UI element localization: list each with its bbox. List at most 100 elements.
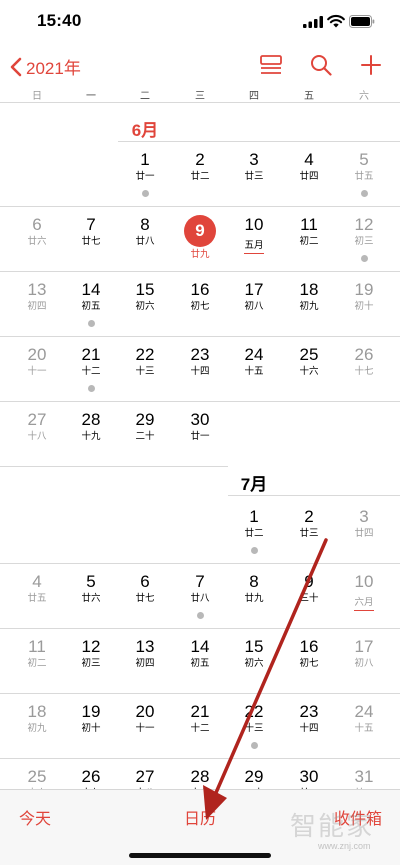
day-cell[interactable]: 18 初九 (10, 702, 64, 762)
weekday-header: 日一二三四五六 (0, 85, 400, 103)
day-cell[interactable]: 14 初五 (173, 637, 227, 697)
back-button[interactable]: 2021年 (10, 54, 81, 79)
day-cell[interactable]: 6 廿六 (10, 215, 64, 275)
lunar-date: 廿五 (354, 171, 374, 182)
day-cell[interactable]: 10 六月 (337, 572, 391, 632)
cellular-signal-icon (303, 16, 323, 28)
event-dot (87, 320, 95, 327)
month-title-june: 6月 (131, 121, 159, 140)
lunar-date: 初二 (299, 236, 319, 247)
day-cell[interactable]: 13 初四 (118, 637, 172, 697)
day-cell[interactable]: 5 廿五 (337, 150, 391, 210)
lunar-date: 廿一 (135, 171, 155, 182)
day-cell[interactable]: 19 初十 (64, 702, 118, 762)
tab-today[interactable]: 今天 (19, 805, 51, 829)
day-cell[interactable]: 16 初七 (282, 637, 336, 697)
day-cell[interactable]: 5 廿六 (64, 572, 118, 632)
lunar-date: 十八 (27, 431, 47, 442)
day-cell[interactable]: 14 初五 (64, 280, 118, 340)
day-number: 18 (27, 702, 47, 721)
lunar-date: 廿六 (27, 236, 47, 247)
day-number: 17 (354, 637, 374, 656)
day-cell[interactable]: 20 十一 (10, 345, 64, 405)
day-cell[interactable]: 4 廿五 (10, 572, 64, 632)
day-cell[interactable]: 7 廿八 (173, 572, 227, 632)
day-cell[interactable]: 3 廿三 (227, 150, 281, 210)
day-cell[interactable]: 12 初三 (64, 637, 118, 697)
day-cell[interactable]: 6 廿七 (118, 572, 172, 632)
day-cell[interactable]: 1 廿一 (118, 150, 172, 210)
day-cell[interactable]: 22 十三 (118, 345, 172, 405)
day-cell[interactable]: 9 廿九 (173, 215, 227, 275)
day-cell[interactable]: 19 初十 (337, 280, 391, 340)
search-icon[interactable] (310, 54, 332, 76)
day-cell[interactable]: 17 初八 (227, 280, 281, 340)
row-divider (0, 563, 400, 564)
day-cell[interactable]: 15 初六 (227, 637, 281, 697)
weekday-label: 二 (140, 91, 150, 102)
day-cell[interactable]: 10 五月 (227, 215, 281, 275)
day-cell[interactable]: 27 十八 (10, 410, 64, 470)
event-dot (196, 612, 204, 619)
day-number: 20 (135, 702, 155, 721)
event-dot (141, 190, 149, 197)
day-cell[interactable]: 11 初二 (282, 215, 336, 275)
lunar-date: 廿一 (190, 431, 210, 442)
add-icon[interactable] (360, 54, 382, 76)
day-number: 8 (140, 215, 150, 234)
day-cell[interactable]: 2 廿三 (282, 507, 336, 567)
day-cell[interactable]: 2 廿二 (173, 150, 227, 210)
day-number: 10 (244, 215, 264, 234)
lunar-date: 廿七 (135, 593, 155, 604)
day-number: 20 (27, 345, 47, 364)
day-cell[interactable]: 15 初六 (118, 280, 172, 340)
lunar-date: 十五 (244, 366, 264, 377)
day-cell[interactable]: 8 廿九 (227, 572, 281, 632)
day-number: 18 (299, 280, 319, 299)
day-cell[interactable]: 12 初三 (337, 215, 391, 275)
day-number: 6 (140, 572, 150, 591)
day-cell[interactable]: 22 十三 (227, 702, 281, 762)
event-dot (360, 190, 368, 197)
day-number: 7 (195, 572, 205, 591)
day-number: 21 (190, 702, 210, 721)
day-cell[interactable]: 23 十四 (173, 345, 227, 405)
event-dot (87, 385, 95, 392)
day-cell[interactable]: 24 十五 (227, 345, 281, 405)
day-cell[interactable]: 21 十二 (173, 702, 227, 762)
lunar-date: 廿三 (244, 171, 264, 182)
day-cell[interactable]: 26 十七 (337, 345, 391, 405)
day-cell[interactable]: 20 十一 (118, 702, 172, 762)
tab-calendars[interactable]: 日历 (184, 805, 216, 829)
day-cell[interactable]: 21 十二 (64, 345, 118, 405)
month-title-july: 7月 (240, 475, 268, 494)
day-cell[interactable]: 1 廿二 (227, 507, 281, 567)
day-cell[interactable]: 23 十四 (282, 702, 336, 762)
day-cell[interactable]: 17 初八 (337, 637, 391, 697)
weekday-label: 六 (359, 91, 369, 102)
day-cell[interactable]: 30 廿一 (173, 410, 227, 470)
day-cell[interactable]: 11 初二 (10, 637, 64, 697)
day-cell[interactable]: 24 十五 (337, 702, 391, 762)
day-cell[interactable]: 28 十九 (64, 410, 118, 470)
day-cell[interactable]: 9 三十 (282, 572, 336, 632)
day-number: 8 (249, 572, 259, 591)
day-number: 12 (81, 637, 101, 656)
day-cell[interactable]: 4 廿四 (282, 150, 336, 210)
lunar-date: 廿六 (81, 593, 101, 604)
day-number: 11 (300, 215, 318, 234)
day-number: 30 (299, 767, 319, 786)
lunar-date: 初八 (244, 301, 264, 312)
day-cell[interactable]: 7 廿七 (64, 215, 118, 275)
day-cell[interactable]: 3 廿四 (337, 507, 391, 567)
day-cell[interactable]: 13 初四 (10, 280, 64, 340)
list-view-icon[interactable] (260, 54, 282, 76)
day-cell[interactable]: 16 初七 (173, 280, 227, 340)
day-cell[interactable]: 8 廿八 (118, 215, 172, 275)
day-cell[interactable]: 18 初九 (282, 280, 336, 340)
day-cell[interactable]: 29 二十 (118, 410, 172, 470)
day-cell[interactable]: 25 十六 (282, 345, 336, 405)
day-number: 24 (244, 345, 264, 364)
day-number: 27 (135, 767, 155, 786)
day-number: 6 (32, 215, 42, 234)
